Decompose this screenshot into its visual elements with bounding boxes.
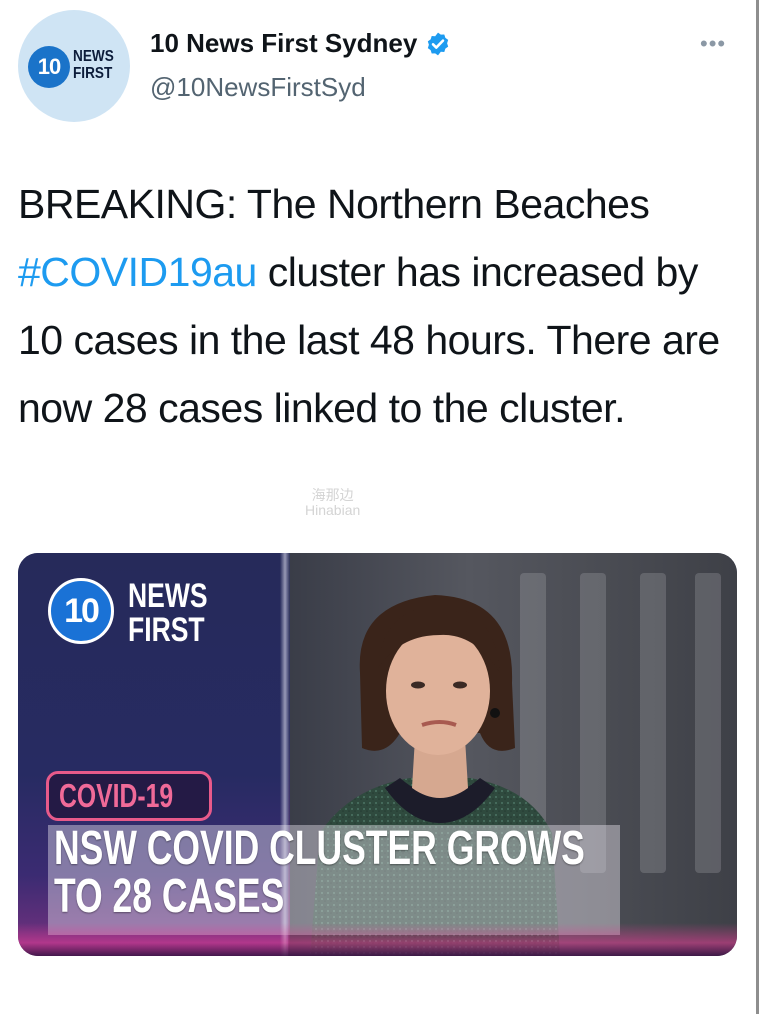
hashtag-link[interactable]: #COVID19au bbox=[18, 249, 257, 295]
media-bottom-glow bbox=[18, 923, 737, 956]
scrollbar-edge bbox=[756, 0, 759, 1014]
news-logo-text: NEWS FIRST bbox=[128, 577, 208, 649]
watermark: 海那边 Hinabian bbox=[305, 487, 361, 518]
verified-check-icon bbox=[428, 32, 449, 55]
tweet-text-part: BREAKING: The Northern Beaches bbox=[18, 181, 650, 227]
avatar[interactable]: 10 NEWS FIRST bbox=[18, 10, 130, 122]
news-logo-icon: 10 bbox=[48, 578, 114, 644]
more-horizontal-icon[interactable]: ••• bbox=[700, 33, 736, 55]
account-handle[interactable]: @10NewsFirstSyd bbox=[150, 72, 366, 103]
display-name-text[interactable]: 10 News First Sydney bbox=[150, 28, 417, 59]
avatar-logo-text: NEWS FIRST bbox=[73, 48, 114, 82]
media-headline: NSW COVID CLUSTER GROWS TO 28 CASES bbox=[54, 822, 585, 923]
account-display-name[interactable]: 10 News First Sydney bbox=[150, 28, 451, 59]
tweet-text: BREAKING: The Northern Beaches #COVID19a… bbox=[18, 170, 743, 442]
covid-badge: COVID-19 bbox=[46, 771, 212, 821]
media-image[interactable]: 10 NEWS FIRST COVID-19 NSW COVID CLUSTER… bbox=[18, 553, 737, 956]
avatar-logo-icon: 10 bbox=[28, 46, 70, 88]
